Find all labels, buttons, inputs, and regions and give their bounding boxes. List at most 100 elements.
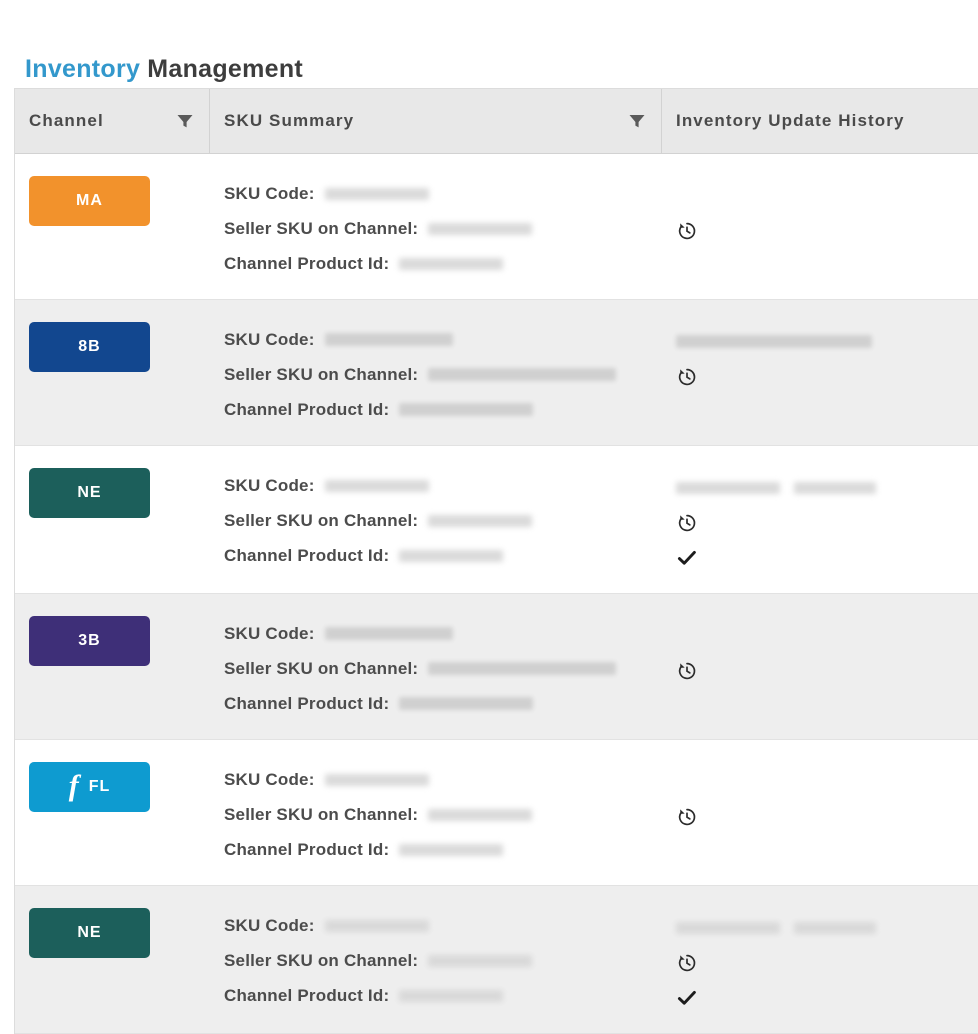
redacted-value [428, 954, 533, 967]
sku-code-line: SKU Code: [224, 908, 648, 943]
history-icon[interactable] [676, 660, 698, 682]
sku-code-label: SKU Code: [224, 623, 315, 643]
history-value-row [676, 470, 978, 505]
channel-cell: MA [15, 154, 210, 299]
history-icon[interactable] [676, 366, 698, 388]
redacted-value [399, 549, 504, 562]
channel-product-id-line: Channel Product Id: [224, 246, 648, 281]
redacted-value [676, 481, 780, 494]
channel-cell: NE [15, 446, 210, 593]
inventory-update-history-cell [662, 886, 978, 1033]
seller-sku-on-channel-label: Seller SKU on Channel: [224, 510, 419, 530]
history-icon[interactable] [676, 512, 698, 534]
redacted-value [324, 187, 429, 200]
channel-code: FL [88, 778, 111, 795]
table-row[interactable]: NE SKU Code: Seller SKU on Channel: Channel… [15, 886, 978, 1034]
channel-badge[interactable]: NE [29, 908, 150, 958]
sku-summary-cell: SKU Code: Seller SKU on Channel: Channel P… [210, 446, 662, 593]
sku-summary-cell: SKU Code: Seller SKU on Channel: Channel P… [210, 594, 662, 739]
column-header-channel[interactable]: Channel [15, 89, 210, 153]
redacted-value [676, 921, 780, 934]
channel-badge[interactable]: NE [29, 468, 150, 518]
channel-badge[interactable]: 3B [29, 616, 150, 666]
column-header-inventory-update-history[interactable]: Inventory Update History [662, 89, 978, 153]
channel-badge[interactable]: 8B [29, 322, 150, 372]
seller-sku-on-channel-label: Seller SKU on Channel: [224, 218, 419, 238]
seller-sku-on-channel-line: Seller SKU on Channel: [224, 651, 648, 686]
history-icon-row [676, 359, 978, 394]
history-stack [676, 908, 978, 1015]
sku-code-line: SKU Code: [224, 322, 648, 357]
history-stack [676, 616, 978, 688]
seller-sku-on-channel-label: Seller SKU on Channel: [224, 658, 419, 678]
channel-code: MA [76, 192, 103, 209]
channel-cell: 3B [15, 594, 210, 739]
seller-sku-on-channel-line: Seller SKU on Channel: [224, 797, 648, 832]
channel-product-id-line: Channel Product Id: [224, 832, 648, 867]
history-value-row [676, 910, 978, 945]
check-icon[interactable] [676, 987, 698, 1009]
redacted-value [399, 843, 504, 856]
page-title: Inventory Management [25, 55, 303, 84]
history-stack [676, 176, 978, 248]
sku-code-label: SKU Code: [224, 329, 315, 349]
history-stack [676, 468, 978, 575]
redacted-value [324, 627, 453, 640]
redacted-value [324, 333, 453, 346]
inventory-table: Channel SKU Summary Inventory Update His… [14, 88, 978, 1034]
channel-product-id-label: Channel Product Id: [224, 399, 390, 419]
history-value-row [676, 324, 978, 359]
history-icon-row [676, 213, 978, 248]
channel-cell: 8B [15, 300, 210, 445]
channel-logo-icon: f [68, 769, 80, 802]
channel-product-id-line: Channel Product Id: [224, 686, 648, 721]
table-row[interactable]: NE SKU Code: Seller SKU on Channel: Channel… [15, 446, 978, 594]
table-row[interactable]: f FL SKU Code: Seller SKU on Channel: Channe… [15, 740, 978, 886]
channel-product-id-label: Channel Product Id: [224, 839, 390, 859]
table-row[interactable]: 8B SKU Code: Seller SKU on Channel: Channel… [15, 300, 978, 446]
history-spacer [676, 618, 978, 653]
channel-badge[interactable]: f FL [29, 762, 150, 812]
check-icon-row [676, 980, 978, 1015]
history-icon[interactable] [676, 952, 698, 974]
history-icon-row [676, 653, 978, 688]
redacted-value [428, 222, 533, 235]
column-header-channel-label: Channel [29, 111, 104, 130]
sku-summary-cell: SKU Code: Seller SKU on Channel: Channel P… [210, 154, 662, 299]
check-icon[interactable] [676, 547, 698, 569]
table-row[interactable]: MA SKU Code: Seller SKU on Channel: Channel… [15, 154, 978, 300]
funnel-icon[interactable] [627, 111, 647, 131]
check-icon-row [676, 540, 978, 575]
seller-sku-on-channel-label: Seller SKU on Channel: [224, 804, 419, 824]
seller-sku-on-channel-line: Seller SKU on Channel: [224, 357, 648, 392]
inventory-update-history-cell [662, 300, 978, 445]
page-title-accent: Inventory [25, 54, 141, 83]
channel-code: NE [77, 484, 102, 501]
redacted-value [399, 403, 534, 416]
history-icon-row [676, 799, 978, 834]
column-header-sku-summary-label: SKU Summary [224, 111, 355, 130]
redacted-value [428, 808, 533, 821]
seller-sku-on-channel-label: Seller SKU on Channel: [224, 950, 419, 970]
sku-code-label: SKU Code: [224, 769, 315, 789]
sku-summary-cell: SKU Code: Seller SKU on Channel: Channel P… [210, 886, 662, 1033]
seller-sku-on-channel-line: Seller SKU on Channel: [224, 943, 648, 978]
sku-code-line: SKU Code: [224, 762, 648, 797]
history-icon[interactable] [676, 806, 698, 828]
seller-sku-on-channel-line: Seller SKU on Channel: [224, 211, 648, 246]
redacted-value [676, 335, 872, 348]
channel-badge[interactable]: MA [29, 176, 150, 226]
sku-code-line: SKU Code: [224, 176, 648, 211]
table-row[interactable]: 3B SKU Code: Seller SKU on Channel: Channel… [15, 594, 978, 740]
column-header-sku-summary[interactable]: SKU Summary [210, 89, 662, 153]
redacted-value [399, 697, 534, 710]
history-icon[interactable] [676, 220, 698, 242]
column-header-inventory-update-history-label: Inventory Update History [676, 111, 905, 130]
sku-code-label: SKU Code: [224, 915, 315, 935]
inventory-update-history-cell [662, 446, 978, 593]
channel-cell: NE [15, 886, 210, 1033]
channel-product-id-label: Channel Product Id: [224, 545, 390, 565]
page-title-rest: Management [147, 54, 304, 83]
funnel-icon[interactable] [175, 111, 195, 131]
sku-code-label: SKU Code: [224, 475, 315, 495]
